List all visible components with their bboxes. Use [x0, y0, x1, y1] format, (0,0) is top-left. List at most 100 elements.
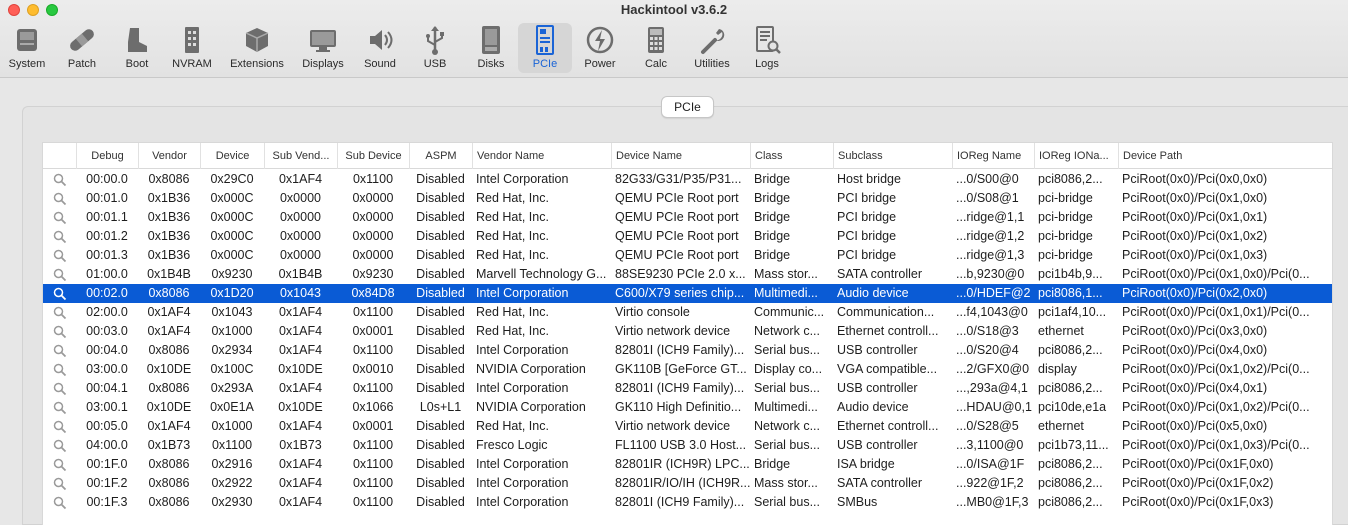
table-row[interactable]: 00:1F.3 0x8086 0x2930 0x1AF4 0x1100 Disabled I… — [43, 493, 1332, 512]
column-header-device[interactable]: Device — [200, 143, 264, 169]
column-header-sub-vendor[interactable]: Sub Vend... — [264, 143, 337, 169]
table-row-selected[interactable]: 00:02.0 0x8086 0x1D20 0x1043 0x84D8 Disabled I… — [43, 284, 1332, 303]
toolbar-utilities-button[interactable]: Utilities — [686, 23, 738, 73]
table-row[interactable]: 00:01.1 0x1B36 0x000C 0x0000 0x0000 Disabled R… — [43, 208, 1332, 227]
cell-device: 0x9230 — [211, 267, 253, 281]
cell-device-name: FL1100 USB 3.0 Host... — [615, 438, 747, 452]
cell-vendor-name: Marvell Technology G... — [476, 267, 607, 281]
table-row[interactable]: 00:04.1 0x8086 0x293A 0x1AF4 0x1100 Disabled I… — [43, 379, 1332, 398]
column-header-ioreg-name[interactable]: IOReg Name — [952, 143, 1034, 169]
table-row[interactable]: 03:00.0 0x10DE 0x100C 0x10DE 0x0010 Disabled N… — [43, 360, 1332, 379]
cell-class: Bridge — [754, 210, 791, 224]
cell-ioreg-ioname: pci-bridge — [1038, 191, 1093, 205]
pcie-device-table[interactable]: Debug Vendor Device Sub Vend... Sub Device AS… — [42, 142, 1333, 525]
cell-device: 0x100C — [210, 362, 254, 376]
magnifier-icon[interactable] — [53, 211, 67, 225]
magnifier-icon[interactable] — [53, 325, 67, 339]
magnifier-icon[interactable] — [53, 268, 67, 282]
disk-icon — [473, 23, 509, 57]
magnifier-icon[interactable] — [53, 382, 67, 396]
column-header-ioreg-ioname[interactable]: IOReg IONa... — [1034, 143, 1118, 169]
cell-vendor-name: Intel Corporation — [476, 286, 569, 300]
table-row[interactable]: 00:00.0 0x8086 0x29C0 0x1AF4 0x1100 Disabled I… — [43, 170, 1332, 189]
table-row[interactable]: 00:01.2 0x1B36 0x000C 0x0000 0x0000 Disabled R… — [43, 227, 1332, 246]
toolbar-calc-button[interactable]: Calc — [634, 23, 678, 73]
toolbar-logs-button[interactable]: Logs — [745, 23, 789, 73]
cell-device: 0x1000 — [211, 324, 253, 338]
column-header-vendor-name[interactable]: Vendor Name — [472, 143, 611, 169]
cell-ioreg-ioname: display — [1038, 362, 1077, 376]
table-row[interactable]: 02:00.0 0x1AF4 0x1043 0x1AF4 0x1100 Disabled R… — [43, 303, 1332, 322]
table-row[interactable]: 00:1F.2 0x8086 0x2922 0x1AF4 0x1100 Disabled I… — [43, 474, 1332, 493]
cell-vendor: 0x1B36 — [147, 229, 191, 243]
magnifier-icon[interactable] — [53, 249, 67, 263]
cell-subclass: PCI bridge — [837, 248, 897, 262]
cell-debug: 00:04.1 — [86, 381, 128, 395]
cell-ioreg-name: ...0/HDEF@2 — [956, 286, 1031, 300]
cell-aspm: Disabled — [416, 419, 465, 433]
column-header-vendor[interactable]: Vendor — [138, 143, 200, 169]
column-header-device-name[interactable]: Device Name — [611, 143, 750, 169]
column-header-subclass[interactable]: Subclass — [833, 143, 952, 169]
column-header-device-path[interactable]: Device Path — [1118, 143, 1332, 169]
magnifier-icon[interactable] — [53, 192, 67, 206]
toolbar-sound-button[interactable]: Sound — [358, 23, 402, 73]
cell-debug: 00:04.0 — [86, 343, 128, 357]
tab-pcie[interactable]: PCIe — [661, 96, 714, 118]
column-header-class[interactable]: Class — [750, 143, 833, 169]
cell-sub-vendor: 0x10DE — [278, 362, 323, 376]
toolbar-extensions-button[interactable]: Extensions — [226, 23, 288, 73]
toolbar-pcie-button[interactable]: PCIe — [518, 23, 572, 73]
table-row[interactable]: 00:1F.0 0x8086 0x2916 0x1AF4 0x1100 Disabled I… — [43, 455, 1332, 474]
magnifier-icon[interactable] — [53, 230, 67, 244]
cell-debug: 04:00.0 — [86, 438, 128, 452]
magnifier-icon[interactable] — [53, 306, 67, 320]
table-row[interactable]: 00:01.0 0x1B36 0x000C 0x0000 0x0000 Disabled R… — [43, 189, 1332, 208]
cell-device-path: PciRoot(0x0)/Pci(0x1,0x1)/Pci(0... — [1122, 305, 1310, 319]
toolbar-nvram-button[interactable]: NVRAM — [167, 23, 217, 73]
toolbar-power-button[interactable]: Power — [578, 23, 622, 73]
table-row[interactable]: 00:04.0 0x8086 0x2934 0x1AF4 0x1100 Disabled I… — [43, 341, 1332, 360]
column-header-aspm[interactable]: ASPM — [409, 143, 472, 169]
column-header-debug[interactable]: Debug — [76, 143, 138, 169]
cell-device-name: 82801I (ICH9 Family)... — [615, 495, 745, 509]
cell-vendor: 0x10DE — [146, 400, 192, 414]
cell-ioreg-name: ...ridge@1,2 — [956, 229, 1025, 243]
magnifier-icon[interactable] — [53, 477, 67, 491]
cell-subclass: Ethernet controll... — [837, 324, 939, 338]
magnifier-icon[interactable] — [53, 458, 67, 472]
column-header-search[interactable] — [43, 143, 76, 169]
magnifier-icon[interactable] — [53, 173, 67, 187]
toolbar-patch-button[interactable]: Patch — [60, 23, 104, 73]
toolbar-boot-button[interactable]: Boot — [115, 23, 159, 73]
cell-aspm: Disabled — [416, 305, 465, 319]
table-row[interactable]: 04:00.0 0x1B73 0x1100 0x1B73 0x1100 Disabled F… — [43, 436, 1332, 455]
cell-aspm: Disabled — [416, 362, 465, 376]
cell-device-path: PciRoot(0x0)/Pci(0x5,0x0) — [1122, 419, 1268, 433]
toolbar-displays-button[interactable]: Displays — [297, 23, 349, 73]
cell-aspm: Disabled — [416, 191, 465, 205]
toolbar-label: Logs — [755, 58, 779, 70]
cell-vendor: 0x1B73 — [147, 438, 191, 452]
cell-device-path: PciRoot(0x0)/Pci(0x1F,0x3) — [1122, 495, 1274, 509]
toolbar-usb-button[interactable]: USB — [413, 23, 457, 73]
toolbar-system-button[interactable]: System — [5, 23, 49, 73]
table-row[interactable]: 00:05.0 0x1AF4 0x1000 0x1AF4 0x0001 Disabled R… — [43, 417, 1332, 436]
toolbar-label: System — [8, 58, 46, 70]
magnifier-icon[interactable] — [53, 420, 67, 434]
magnifier-icon[interactable] — [53, 496, 67, 510]
cell-device-path: PciRoot(0x0)/Pci(0x4,0x0) — [1122, 343, 1268, 357]
table-row[interactable]: 03:00.1 0x10DE 0x0E1A 0x10DE 0x1066 L0s+L1 NVI… — [43, 398, 1332, 417]
cell-vendor-name: Intel Corporation — [476, 457, 569, 471]
table-row[interactable]: 00:01.3 0x1B36 0x000C 0x0000 0x0000 Disabled R… — [43, 246, 1332, 265]
magnifier-icon[interactable] — [53, 344, 67, 358]
table-row[interactable]: 01:00.0 0x1B4B 0x9230 0x1B4B 0x9230 Disabled M… — [43, 265, 1332, 284]
magnifier-icon[interactable] — [53, 287, 67, 301]
cell-ioreg-name: ...0/S20@4 — [956, 343, 1019, 357]
toolbar-disks-button[interactable]: Disks — [469, 23, 513, 73]
table-row[interactable]: 00:03.0 0x1AF4 0x1000 0x1AF4 0x0001 Disabled R… — [43, 322, 1332, 341]
magnifier-icon[interactable] — [53, 363, 67, 377]
magnifier-icon[interactable] — [53, 439, 67, 453]
column-header-sub-device[interactable]: Sub Device — [337, 143, 409, 169]
magnifier-icon[interactable] — [53, 401, 67, 415]
